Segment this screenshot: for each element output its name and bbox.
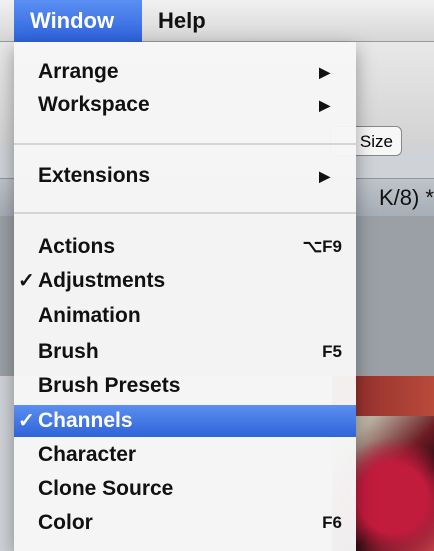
menu-item-label: Adjustments: [38, 269, 166, 292]
menu-item-color[interactable]: Color F6: [14, 507, 356, 539]
menu-item-channels[interactable]: ✓ Channels: [14, 405, 356, 437]
menu-item-label: Workspace: [38, 93, 150, 116]
menu-item-label: Arrange: [38, 60, 119, 83]
menu-item-shortcut: F5: [322, 342, 342, 361]
triangle-right-icon: ▶: [319, 64, 330, 80]
menu-item-shortcut: ⌥F9: [302, 237, 342, 256]
triangle-right-icon: ▶: [319, 97, 330, 113]
menu-item-actions[interactable]: Actions ⌥F9: [14, 231, 356, 263]
menu-item-label: Brush Presets: [38, 374, 181, 397]
menu-item-adjustments[interactable]: ✓ Adjustments: [14, 265, 356, 297]
menu-window[interactable]: Window: [14, 0, 142, 42]
menu-item-label: Channels: [38, 409, 133, 432]
menu-help[interactable]: Help: [158, 0, 206, 42]
menu-item-arrange[interactable]: Arrange ▶: [14, 56, 356, 88]
menu-separator: [14, 212, 356, 214]
menu-item-label: Animation: [38, 304, 141, 327]
window-dropdown-menu: Arrange ▶ Workspace ▶ Extensions ▶ Actio…: [14, 42, 356, 551]
menu-item-label: Extensions: [38, 164, 151, 187]
menu-item-label: Character: [38, 443, 137, 466]
menu-item-label: Brush: [38, 340, 99, 363]
menu-item-brush-presets[interactable]: Brush Presets: [14, 370, 356, 402]
menu-item-workspace[interactable]: Workspace ▶: [14, 89, 356, 121]
triangle-right-icon: ▶: [319, 168, 330, 184]
menu-item-shortcut: F6: [322, 513, 342, 532]
checkmark-icon: ✓: [18, 270, 35, 292]
checkmark-icon: ✓: [18, 410, 35, 432]
menu-item-character[interactable]: Character: [14, 439, 356, 471]
menu-item-label: Clone Source: [38, 477, 174, 500]
menu-item-brush[interactable]: Brush F5: [14, 336, 356, 368]
menu-item-clone-source[interactable]: Clone Source: [14, 473, 356, 505]
menu-bar: Window Help: [0, 0, 434, 42]
menu-separator: [14, 143, 356, 145]
menu-item-label: Color: [38, 511, 93, 534]
menu-item-label: Actions: [38, 235, 116, 258]
menu-item-extensions[interactable]: Extensions ▶: [14, 160, 356, 192]
menu-item-animation[interactable]: Animation: [14, 300, 356, 332]
